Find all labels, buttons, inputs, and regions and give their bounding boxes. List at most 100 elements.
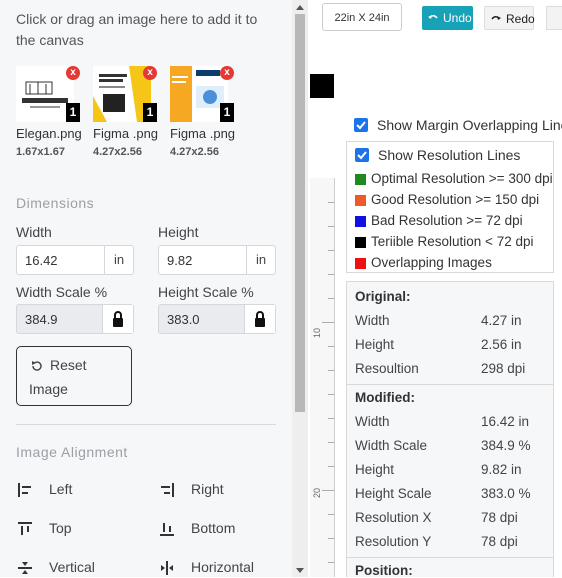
legend-swatch [355, 216, 366, 227]
info-key: Resolution Y [355, 534, 432, 549]
reset-label-line2: Image [29, 381, 68, 397]
height-input-value[interactable]: 9.82 [167, 253, 192, 268]
image-info-panel: Original: Width 4.27 in Height 2.56 in R… [346, 281, 554, 578]
info-row: Resolution X 78 dpi [355, 510, 551, 530]
align-left-label: Left [49, 481, 73, 497]
undo-button[interactable]: Undo [422, 6, 473, 30]
info-value: 298 dpi [481, 361, 526, 376]
info-value: 383.0 % [481, 486, 531, 501]
remove-image-button[interactable]: x [220, 66, 234, 80]
info-key: Width [355, 414, 390, 429]
redo-icon [491, 15, 501, 20]
top-toolbar: 22in X 24in Undo Redo [308, 0, 562, 40]
dimensions-title: Dimensions [16, 195, 95, 211]
height-scale-lock-icon[interactable] [244, 305, 275, 333]
info-key: Width Scale [355, 438, 428, 453]
info-divider [347, 384, 553, 385]
ruler-mark-10: 10 [312, 327, 322, 338]
legend-label: Bad Resolution >= 72 dpi [371, 213, 523, 228]
align-horizontal-label: Horizontal [191, 559, 255, 575]
height-scale-label: Height Scale % [158, 284, 254, 300]
info-row: Height 2.56 in [355, 337, 551, 357]
legend-label: Teriible Resolution < 72 dpi [371, 234, 534, 249]
info-key: Height [355, 462, 395, 477]
scroll-down-icon[interactable] [296, 568, 304, 573]
info-key: Width [355, 313, 390, 328]
width-scale-lock-icon[interactable] [102, 305, 133, 333]
info-value: 384.9 % [481, 438, 531, 453]
align-top-icon [18, 522, 32, 535]
height-field[interactable]: 9.82 in [158, 245, 276, 275]
scrollbar-thumb[interactable] [295, 14, 305, 412]
image-size: 1.67x1.67 [16, 146, 65, 158]
original-title: Original: [355, 289, 411, 304]
width-input-value[interactable]: 16.42 [25, 253, 58, 268]
image-size: 4.27x2.56 [93, 146, 142, 158]
width-scale-value: 384.9 [25, 312, 58, 327]
legend-swatch [355, 237, 366, 248]
reset-label: Reset [50, 357, 87, 373]
align-bottom-label: Bottom [191, 520, 236, 536]
image-alignment-title: Image Alignment [16, 444, 128, 460]
checkbox-checked-icon[interactable] [355, 148, 369, 162]
left-panel-scrollbar[interactable] [292, 0, 308, 577]
undo-icon [428, 14, 438, 19]
info-value: 4.27 in [481, 313, 522, 328]
width-scale-label: Width Scale % [16, 284, 108, 300]
legend-swatch [355, 195, 366, 206]
canvas-corner-marker [310, 74, 334, 98]
remove-image-button[interactable]: x [66, 66, 80, 80]
info-row: Height Scale 383.0 % [355, 486, 551, 506]
align-bottom-icon [160, 523, 174, 536]
image-name: Figma .png [93, 126, 159, 141]
position-title: Position: [355, 563, 413, 578]
ruler-mark-20: 20 [312, 487, 322, 498]
info-value: 2.56 in [481, 337, 522, 352]
info-value: 78 dpi [481, 510, 518, 525]
remove-image-button[interactable]: x [143, 66, 157, 80]
image-thumbnails: x 1 Elegan.png 1.67x1.67 x 1 Figma .png [16, 66, 286, 166]
canvas-size-select[interactable]: 22in X 24in [322, 3, 402, 31]
align-left-icon [18, 483, 31, 497]
height-scale-field: 383.0 [158, 304, 276, 334]
image-name: Elegan.png [16, 126, 82, 141]
info-key: Resolution X [355, 510, 432, 525]
scroll-up-icon[interactable] [296, 5, 304, 10]
height-scale-value: 383.0 [167, 312, 200, 327]
modified-title: Modified: [355, 390, 415, 405]
image-size: 4.27x2.56 [170, 146, 219, 158]
undo-label: Undo [443, 11, 472, 25]
info-key: Height [355, 337, 395, 352]
more-toolbar-button[interactable] [546, 6, 562, 30]
width-field[interactable]: 16.42 in [16, 245, 134, 275]
upload-dropzone-hint[interactable]: Click or drag an image here to add it to… [16, 9, 276, 51]
redo-label: Redo [506, 12, 535, 26]
redo-button[interactable]: Redo [484, 6, 535, 30]
reset-image-button[interactable]: Reset Image [16, 346, 132, 406]
info-key: Resoultion [355, 361, 419, 376]
info-row: Resoultion 298 dpi [355, 361, 551, 381]
legend-label: Good Resolution >= 150 dpi [371, 192, 540, 207]
info-divider [347, 557, 553, 558]
info-value: 9.82 in [481, 462, 522, 477]
info-value: 78 dpi [481, 534, 518, 549]
info-row: Width 16.42 in [355, 414, 551, 434]
resolution-lines-label: Show Resolution Lines [378, 147, 521, 163]
align-horizontal-icon [161, 561, 173, 575]
legend-swatch [355, 258, 366, 269]
align-vertical-icon [18, 562, 32, 574]
height-unit: in [246, 246, 275, 274]
image-count-badge: 1 [66, 103, 80, 122]
image-name: Figma .png [170, 126, 236, 141]
resolution-legend: Show Resolution Lines Optimal Resolution… [346, 141, 554, 273]
left-panel: Click or drag an image here to add it to… [0, 0, 292, 577]
checkbox-checked-icon[interactable] [354, 118, 368, 132]
image-count-badge: 1 [220, 103, 234, 122]
height-label: Height [158, 224, 199, 240]
legend-label: Optimal Resolution >= 300 dpi [371, 171, 553, 186]
info-row: Width Scale 384.9 % [355, 438, 551, 458]
reset-icon [32, 361, 42, 371]
info-key: Height Scale [355, 486, 432, 501]
info-row: Width 4.27 in [355, 313, 551, 333]
info-value: 16.42 in [481, 414, 530, 429]
